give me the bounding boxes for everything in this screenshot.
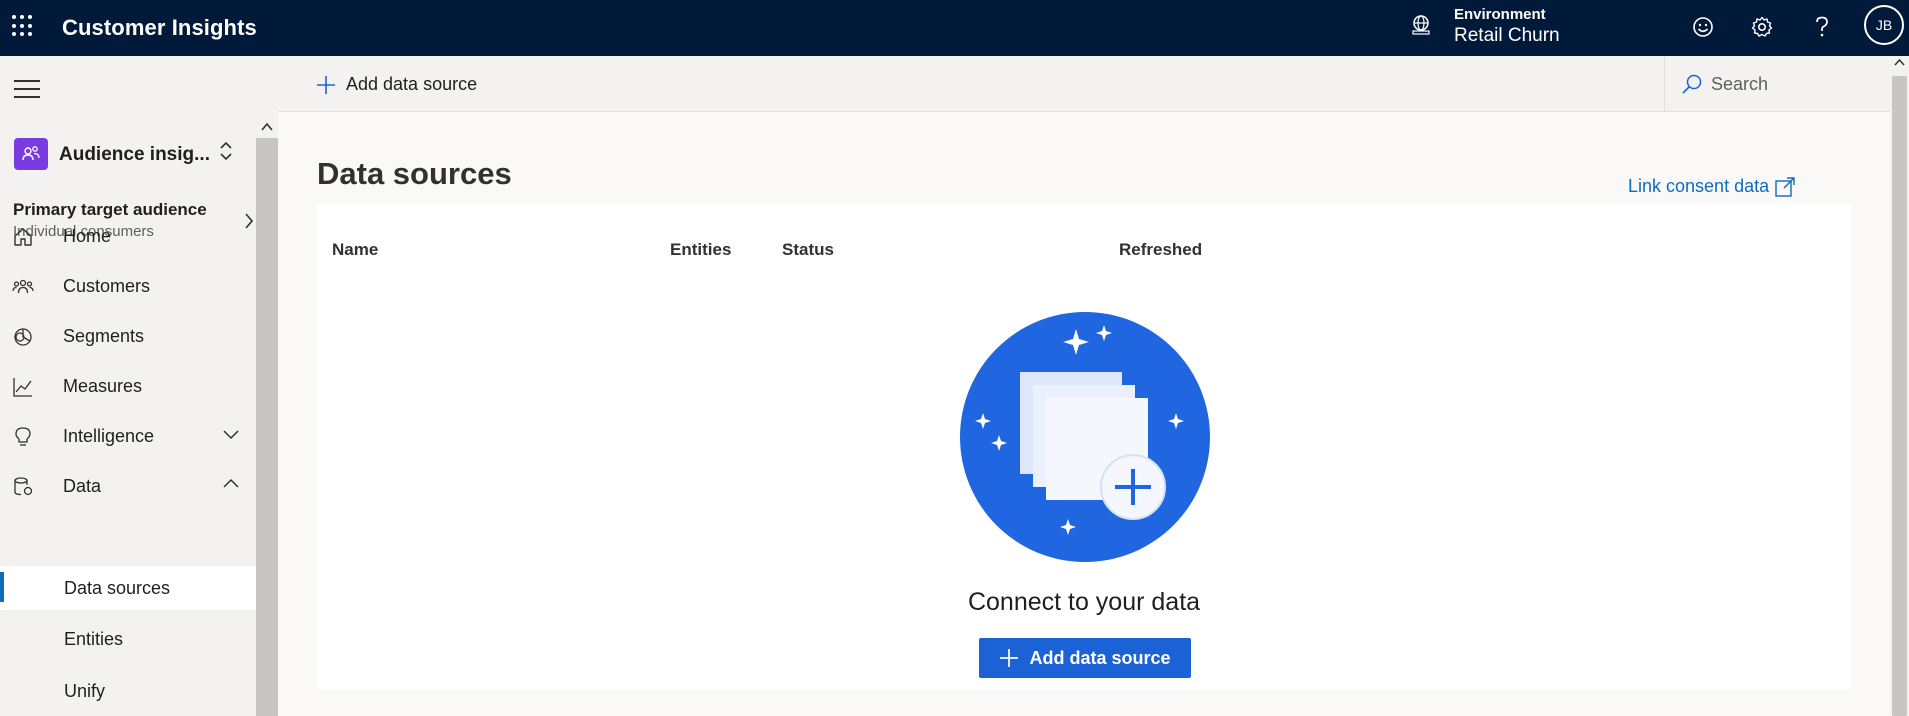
- chevron-up-down-icon: [220, 141, 232, 161]
- add-data-source-button[interactable]: Add data source: [979, 638, 1191, 678]
- workspace-label: Audience insig...: [59, 144, 210, 165]
- sidebar-scrollbar[interactable]: [256, 56, 278, 716]
- nav-measures[interactable]: Measures: [0, 364, 256, 408]
- gear-icon[interactable]: [1748, 13, 1776, 41]
- lightbulb-icon: [15, 427, 31, 446]
- workspace-icon: [14, 138, 48, 170]
- nav-label: Customers: [63, 275, 151, 296]
- chevron-up-icon: [223, 478, 239, 488]
- nav-customers[interactable]: Customers: [0, 264, 256, 308]
- hamburger-menu-icon[interactable]: [14, 80, 40, 98]
- sidebar: Audience insig... Primary target audienc…: [0, 56, 256, 716]
- nav-label: Home: [63, 225, 112, 246]
- nav-entities[interactable]: Entities: [0, 617, 256, 661]
- empty-state-title: Connect to your data: [967, 588, 1201, 616]
- environment-label: Environment: [1454, 6, 1546, 23]
- plus-icon: [1000, 649, 1019, 667]
- nav-data-sources[interactable]: Data sources: [0, 566, 256, 610]
- column-header-name[interactable]: Name: [332, 240, 378, 260]
- help-icon[interactable]: [1808, 13, 1836, 41]
- active-indicator: [0, 572, 4, 602]
- main-scrollbar[interactable]: [1890, 56, 1909, 716]
- column-header-status[interactable]: Status: [782, 240, 834, 260]
- workspace-switcher[interactable]: Audience insig...: [14, 132, 254, 172]
- sub-nav-label: Entities: [64, 629, 124, 649]
- column-header-entities[interactable]: Entities: [670, 240, 731, 260]
- globe-icon: [1412, 15, 1430, 35]
- environment-value: Retail Churn: [1454, 25, 1560, 46]
- nav-intelligence[interactable]: Intelligence: [0, 414, 256, 458]
- data-icon: [14, 477, 33, 496]
- app-launcher-icon[interactable]: [12, 15, 34, 37]
- scrollbar-track[interactable]: [256, 138, 278, 716]
- segments-icon: [14, 328, 32, 346]
- customers-icon: [12, 279, 34, 294]
- nav-segments[interactable]: Segments: [0, 314, 256, 358]
- nav-unify[interactable]: Unify: [0, 669, 256, 713]
- button-label: Add data source: [1029, 647, 1171, 668]
- nav-label: Intelligence: [63, 425, 155, 446]
- scroll-up-icon[interactable]: [1894, 58, 1905, 67]
- connect-data-illustration: [960, 312, 1210, 562]
- nav-data[interactable]: Data: [0, 464, 256, 508]
- scroll-up-icon[interactable]: [261, 122, 273, 132]
- link-label: Link consent data: [1628, 176, 1770, 196]
- data-sources-panel: Name Entities Status Refreshed Connect t…: [317, 204, 1851, 690]
- nav-label: Measures: [63, 375, 143, 396]
- measures-icon: [13, 378, 32, 397]
- link-consent-data-link[interactable]: Link consent data: [1628, 176, 1795, 197]
- nav-label: Data: [63, 475, 102, 496]
- column-header-refreshed[interactable]: Refreshed: [1119, 240, 1202, 260]
- scrollbar-thumb[interactable]: [1892, 76, 1907, 716]
- home-icon: [14, 228, 32, 246]
- chevron-down-icon: [223, 430, 239, 440]
- search-input[interactable]: Search: [1664, 56, 1890, 112]
- smiley-icon[interactable]: [1689, 13, 1717, 41]
- open-external-icon: [1775, 176, 1795, 197]
- add-data-source-command[interactable]: Add data source: [316, 74, 477, 95]
- app-title[interactable]: Customer Insights: [62, 15, 257, 41]
- avatar[interactable]: JB: [1864, 5, 1904, 45]
- nav-home[interactable]: Home: [0, 214, 256, 258]
- sub-nav-label: Unify: [64, 681, 106, 701]
- sub-nav-label: Data sources: [64, 578, 171, 598]
- command-label: Add data source: [346, 74, 478, 94]
- plus-icon: [317, 75, 335, 94]
- search-placeholder: Search: [1711, 74, 1769, 94]
- top-bar: Customer Insights Environment Retail Chu…: [0, 0, 1909, 56]
- page-title: Data sources: [317, 156, 512, 191]
- command-bar: Add data source Search: [278, 56, 1890, 112]
- nav-label: Segments: [63, 325, 145, 346]
- search-icon: [1682, 74, 1702, 94]
